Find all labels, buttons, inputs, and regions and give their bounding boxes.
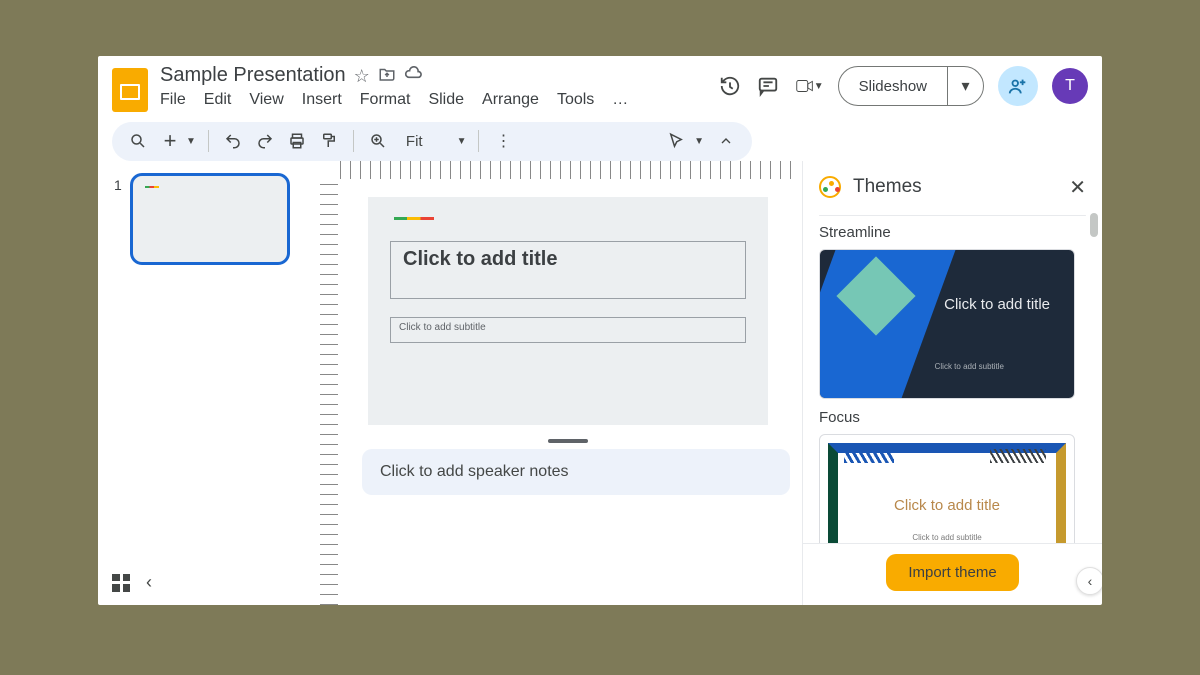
menu-tools[interactable]: Tools xyxy=(557,91,594,109)
import-theme-button[interactable]: Import theme xyxy=(886,554,1018,591)
bottom-left-controls: ‹ xyxy=(112,572,152,593)
undo-icon[interactable] xyxy=(221,129,245,153)
slideshow-dropdown[interactable]: ▾ xyxy=(947,67,983,105)
speaker-notes-drag-handle[interactable] xyxy=(548,439,588,443)
hatch-decor-icon xyxy=(844,449,894,463)
chevron-down-icon: ▼ xyxy=(814,81,824,92)
print-icon[interactable] xyxy=(285,129,309,153)
meet-button[interactable]: ▼ xyxy=(794,75,824,97)
theme-title-placeholder: Click to add title xyxy=(944,296,1050,313)
scrollbar-thumb[interactable] xyxy=(1090,213,1098,237)
history-icon[interactable] xyxy=(718,74,742,98)
menu-more[interactable]: … xyxy=(612,91,628,109)
zoom-chevron-icon[interactable]: ▼ xyxy=(457,136,467,147)
theme-subtitle-placeholder: Click to add subtitle xyxy=(820,533,1074,542)
menu-insert[interactable]: Insert xyxy=(302,91,342,109)
canvas-area: Click to add title Click to add subtitle… xyxy=(318,161,802,605)
new-slide-dropdown[interactable]: ▼ xyxy=(186,136,196,147)
themes-panel-title: Themes xyxy=(853,176,1057,198)
cloud-status-icon[interactable] xyxy=(404,64,424,87)
slide-number: 1 xyxy=(114,173,122,593)
menu-file[interactable]: File xyxy=(160,91,186,109)
theme-subtitle-placeholder: Click to add subtitle xyxy=(935,362,1004,371)
redo-icon[interactable] xyxy=(253,129,277,153)
comments-icon[interactable] xyxy=(756,74,780,98)
cursor-tool-icon[interactable] xyxy=(664,129,688,153)
toolbar: + ▼ Fit ▼ ⋮ ▼ xyxy=(112,122,752,161)
slide-canvas[interactable]: Click to add title Click to add subtitle xyxy=(368,197,768,425)
theme-card-streamline[interactable]: Click to add title Click to add subtitle xyxy=(819,249,1075,399)
cursor-dropdown[interactable]: ▼ xyxy=(694,136,704,147)
palette-icon xyxy=(819,176,841,198)
topbar: Sample Presentation ☆ File Edit View Ins… xyxy=(98,56,1102,112)
new-slide-icon[interactable]: + xyxy=(158,129,182,153)
share-button[interactable] xyxy=(998,66,1038,106)
menu-arrange[interactable]: Arrange xyxy=(482,91,539,109)
open-side-panel-icon[interactable]: ‹ xyxy=(1076,567,1102,595)
theme-accent-bar xyxy=(394,217,434,220)
more-tools-icon[interactable]: ⋮ xyxy=(491,129,515,153)
menu-edit[interactable]: Edit xyxy=(204,91,232,109)
star-icon[interactable]: ☆ xyxy=(354,67,370,85)
slides-logo-icon[interactable] xyxy=(112,68,148,112)
account-avatar[interactable]: T xyxy=(1052,68,1088,104)
workspace: 1 Click to add title Click to add subtit… xyxy=(98,161,1102,605)
themes-divider xyxy=(819,215,1086,216)
search-menus-icon[interactable] xyxy=(126,129,150,153)
slideshow-button[interactable]: Slideshow xyxy=(839,67,947,105)
zoom-in-icon[interactable] xyxy=(366,129,390,153)
menu-format[interactable]: Format xyxy=(360,91,411,109)
hatch-decor-icon xyxy=(990,449,1046,463)
theme-card-focus[interactable]: Click to add title Click to add subtitle xyxy=(819,434,1075,543)
document-title[interactable]: Sample Presentation xyxy=(160,64,346,87)
move-folder-icon[interactable] xyxy=(378,65,396,86)
grid-view-icon[interactable] xyxy=(112,574,130,592)
menu-view[interactable]: View xyxy=(249,91,283,109)
menubar: File Edit View Insert Format Slide Arran… xyxy=(160,91,706,109)
zoom-dropdown[interactable]: Fit xyxy=(398,133,431,150)
theme-name-label: Focus xyxy=(819,409,1086,426)
collapse-toolbar-icon[interactable] xyxy=(714,129,738,153)
filmstrip: 1 xyxy=(98,161,318,605)
theme-title-placeholder: Click to add title xyxy=(820,497,1074,514)
subtitle-placeholder[interactable]: Click to add subtitle xyxy=(390,317,746,343)
speaker-notes[interactable]: Click to add speaker notes xyxy=(362,449,790,495)
google-slides-app: Sample Presentation ☆ File Edit View Ins… xyxy=(98,56,1102,605)
slideshow-split-button: Slideshow ▾ xyxy=(838,66,984,106)
ruler-horizontal xyxy=(340,161,796,179)
close-icon[interactable]: ✕ xyxy=(1069,175,1086,200)
collapse-filmstrip-icon[interactable]: ‹ xyxy=(146,572,152,593)
title-placeholder[interactable]: Click to add title xyxy=(390,241,746,299)
slide-thumbnail[interactable] xyxy=(130,173,290,265)
menu-slide[interactable]: Slide xyxy=(428,91,464,109)
zoom-label-text: Fit xyxy=(406,133,423,150)
themes-panel: Themes ✕ Streamline Click to add title C… xyxy=(802,161,1102,605)
paint-format-icon[interactable] xyxy=(317,129,341,153)
theme-name-label: Streamline xyxy=(819,224,1086,241)
